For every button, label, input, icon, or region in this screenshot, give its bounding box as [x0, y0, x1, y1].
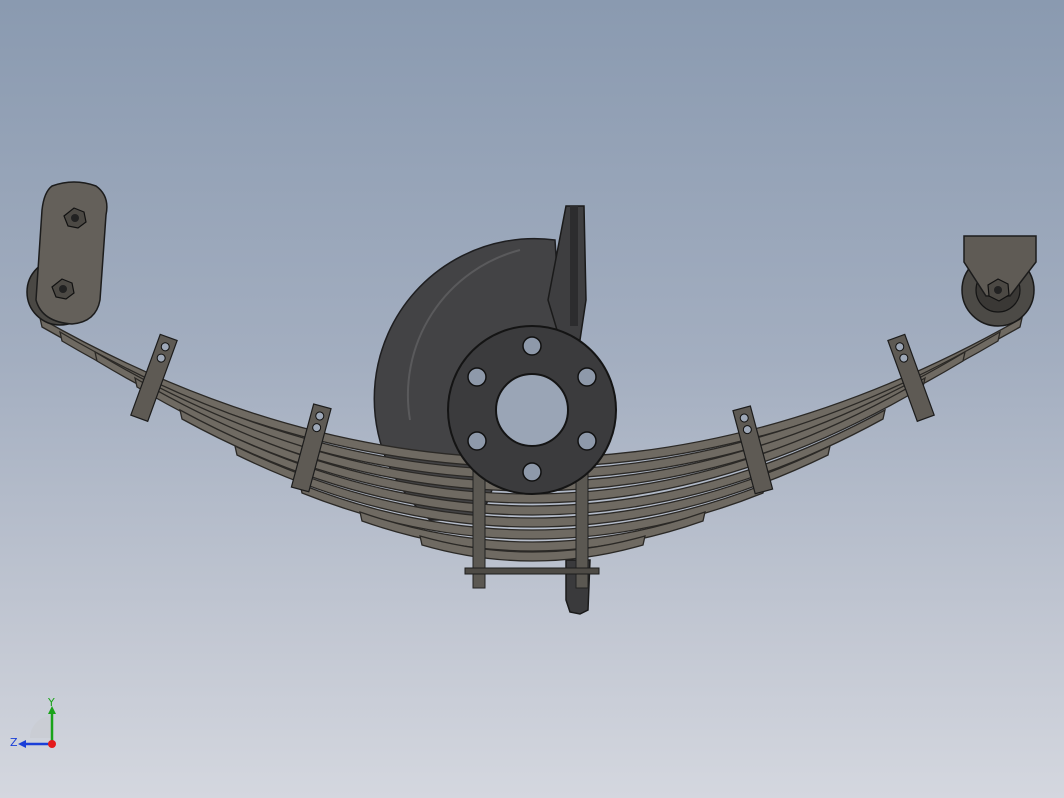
coordinate-triad: Y Z: [10, 696, 56, 749]
z-axis-label: Z: [10, 736, 18, 749]
wheel-hub-flange: [447, 325, 617, 495]
x-axis-dot: [48, 740, 56, 748]
u-bolt-plate: [464, 567, 600, 575]
shackle-link-left: [26, 181, 108, 326]
leaf-spring-assembly-model[interactable]: [0, 0, 1064, 798]
cad-viewport[interactable]: Y Z: [0, 0, 1064, 798]
triad-quarter-disk: [30, 716, 52, 738]
y-axis-label: Y: [47, 696, 55, 709]
hanger-bracket-right: [961, 235, 1037, 327]
z-axis-arrowhead: [18, 740, 26, 748]
